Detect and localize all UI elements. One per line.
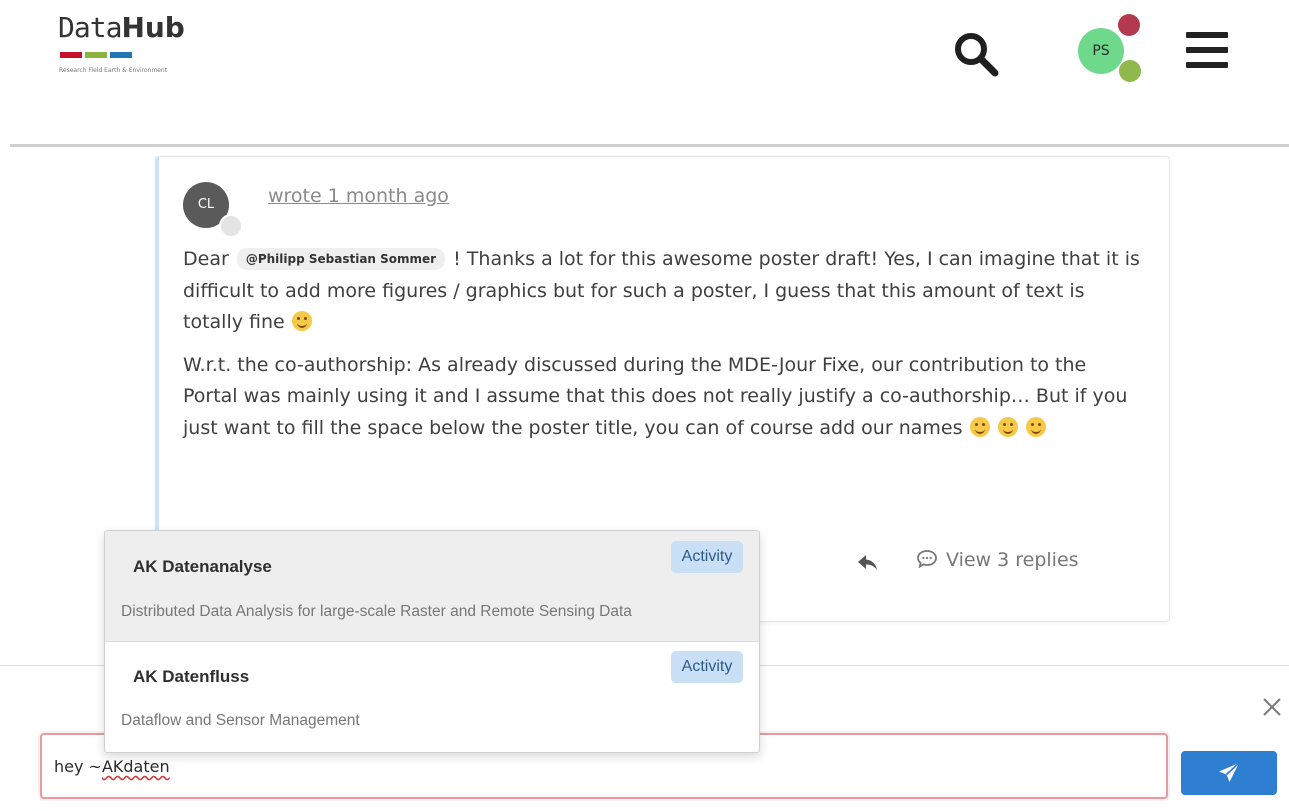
avatar-dot-red xyxy=(1118,14,1140,36)
option-type-badge: Activity xyxy=(671,651,743,683)
top-header: DataHub Research Field Earth & Environme… xyxy=(0,0,1289,146)
close-icon[interactable] xyxy=(1259,694,1285,720)
header-divider xyxy=(10,144,1289,147)
comment-paragraph: Dear @Philipp Sebastian Sommer ! Thanks … xyxy=(183,248,1140,333)
option-title: AK Datenfluss xyxy=(133,667,250,686)
reply-icon[interactable] xyxy=(856,551,880,573)
option-description: Distributed Data Analysis for large-scal… xyxy=(121,603,632,620)
smile-emoji-icon xyxy=(997,416,1018,437)
datahub-logo[interactable]: DataHub Research Field Earth & Environme… xyxy=(58,10,208,82)
send-icon xyxy=(1219,762,1240,782)
misspelled-word: AKdaten xyxy=(101,757,170,776)
user-mention[interactable]: @Philipp Sebastian Sommer xyxy=(236,248,446,270)
avatar-dot-green xyxy=(1119,60,1141,82)
author-status-badge xyxy=(219,214,243,238)
logo-color-bars xyxy=(60,52,135,58)
user-avatar[interactable]: PS xyxy=(1075,14,1145,86)
option-title: AK Datenanalyse xyxy=(133,557,272,576)
view-replies-button[interactable]: View 3 replies xyxy=(916,549,1079,575)
send-button[interactable] xyxy=(1181,751,1277,795)
logo-tagline: Research Field Earth & Environment xyxy=(59,67,168,74)
comment-paragraph: W.r.t. the co-authorship: As already dis… xyxy=(183,353,1128,439)
autocomplete-option[interactable]: AK Datenanalyse Activity Distributed Dat… xyxy=(105,531,759,641)
autocomplete-option[interactable]: AK Datenfluss Activity Dataflow and Sens… xyxy=(105,642,759,752)
comment-timestamp-link[interactable]: wrote 1 month ago xyxy=(268,185,449,207)
avatar-circle: PS xyxy=(1078,28,1124,74)
comment-author-avatar[interactable]: CL xyxy=(183,182,243,238)
message-input-text: hey ~AKdaten xyxy=(54,757,170,776)
option-description: Dataflow and Sensor Management xyxy=(121,712,360,729)
smile-emoji-icon xyxy=(291,311,312,331)
author-initials: CL xyxy=(197,197,215,212)
smile-emoji-icon xyxy=(1025,416,1046,437)
logo-wordmark: DataHub xyxy=(58,11,185,44)
smile-emoji-icon xyxy=(969,416,990,437)
hamburger-menu-icon[interactable] xyxy=(1186,30,1228,70)
mention-autocomplete-dropdown: AK Datenanalyse Activity Distributed Dat… xyxy=(104,530,760,753)
comment-body: Dear @Philipp Sebastian Sommer ! Thanks … xyxy=(183,244,1143,455)
avatar-initials: PS xyxy=(1092,43,1110,59)
search-icon[interactable] xyxy=(950,28,1002,80)
comment-bubble-icon xyxy=(917,550,937,569)
option-type-badge: Activity xyxy=(671,541,743,573)
